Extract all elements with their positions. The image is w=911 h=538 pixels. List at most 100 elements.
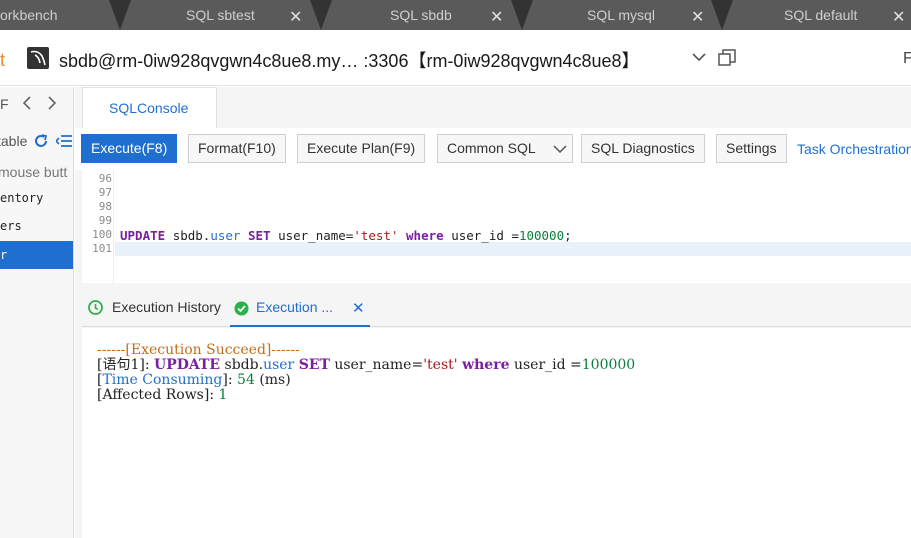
- rows-line: [Affected Rows]: 1: [97, 388, 227, 403]
- sql-diagnostics-button[interactable]: SQL Diagnostics: [581, 134, 705, 163]
- task-orchestration-link[interactable]: Task Orchestration: [797, 141, 911, 157]
- close-icon[interactable]: ✕: [289, 7, 302, 27]
- line-number: 98: [98, 200, 112, 213]
- history-icon: [88, 300, 103, 315]
- tab-execution[interactable]: Execution ... ✕: [230, 287, 370, 327]
- sql-keyword: UPDATE: [154, 357, 221, 373]
- chevron-right-icon[interactable]: [45, 95, 59, 116]
- connection-prefix: t: [0, 50, 6, 70]
- success-check-icon: [234, 301, 249, 316]
- bracket: ]:: [222, 372, 233, 388]
- tab-sql-sbtest[interactable]: SQL sbtest ✕: [131, 0, 311, 30]
- line-number: 99: [98, 214, 112, 227]
- format-button[interactable]: Format(F10): [188, 134, 286, 163]
- statement-prefix: [语句1]:: [97, 357, 150, 373]
- sql-toolbar: Execute(F8) Format(F10) Execute Plan(F9)…: [75, 128, 911, 170]
- code-line: UPDATE sbdb.user SET user_name='test' wh…: [120, 228, 572, 243]
- time-value: 54: [237, 372, 255, 388]
- sql-keyword: where: [462, 357, 510, 373]
- tab-bar: orkbench SQL sbtest ✕ SQL sbdb ✕ SQL mys…: [0, 0, 911, 30]
- refresh-icon[interactable]: [33, 133, 49, 154]
- tab-label: Execution History: [112, 299, 221, 315]
- tab-label: Execution ...: [256, 299, 334, 315]
- table-item[interactable]: ers: [0, 212, 73, 240]
- sql-editor[interactable]: 96 97 98 99 100 101 UPDATE sbdb.user SET…: [82, 170, 911, 283]
- sql-condition: user_id =: [513, 357, 582, 373]
- close-icon[interactable]: ✕: [490, 7, 503, 27]
- tab-workbench[interactable]: orkbench: [0, 0, 120, 30]
- main-panel: SQLConsole Execute(F8) Format(F10) Execu…: [75, 87, 911, 538]
- connection-title[interactable]: sbdb@rm-0iw928qvgwn4c8ue8.my… :3306【rm-0…: [59, 47, 640, 73]
- sidebar-nav-label: F: [0, 96, 9, 112]
- bracket: ]:: [203, 387, 215, 403]
- sql-terminator: ;: [564, 228, 572, 243]
- connection-bar: t sbdb@rm-0iw928qvgwn4c8ue8.my… :3306【rm…: [0, 30, 911, 86]
- table-label: table: [0, 133, 28, 149]
- sql-keyword: SET: [247, 228, 271, 243]
- tab-label: SQL mysql: [587, 7, 655, 23]
- tab-sql-sbdb[interactable]: SQL sbdb ✕: [332, 0, 512, 30]
- rows-label: Affected Rows: [102, 387, 204, 403]
- line-number: 96: [98, 172, 112, 185]
- sql-table: user: [210, 228, 241, 243]
- sql-condition: user_id =: [451, 228, 519, 243]
- close-icon[interactable]: ✕: [892, 7, 905, 27]
- chevron-left-icon[interactable]: [20, 95, 34, 116]
- sql-keyword: where: [406, 228, 444, 243]
- tab-separator: [109, 0, 131, 30]
- tab-separator: [511, 0, 533, 30]
- result-output: ------[Execution Succeed]------ [语句1]: U…: [82, 328, 911, 538]
- statement-line: [语句1]: UPDATE sbdb.user SET user_name='t…: [97, 358, 635, 373]
- table-item-label: ers: [0, 219, 22, 233]
- tab-sql-default[interactable]: SQL default ✕: [733, 0, 911, 30]
- tab-label: SQL sbdb: [390, 7, 452, 23]
- table-item-label: entory: [0, 191, 44, 205]
- close-icon[interactable]: ✕: [352, 299, 365, 317]
- execute-plan-button[interactable]: Execute Plan(F9): [297, 134, 426, 163]
- chevron-down-icon: [553, 145, 567, 154]
- succeed-line: ------[Execution Succeed]------: [97, 342, 300, 358]
- table-item-label: r: [0, 248, 8, 262]
- line-number: 100: [92, 228, 112, 241]
- result-tabs: Execution History Execution ... ✕: [82, 287, 911, 327]
- app-window: orkbench SQL sbtest ✕ SQL sbdb ✕ SQL mys…: [0, 0, 911, 538]
- sql-schema: sbdb.: [224, 357, 264, 373]
- close-icon[interactable]: ✕: [691, 7, 704, 27]
- tab-sql-mysql[interactable]: SQL mysql ✕: [533, 0, 713, 30]
- collapse-list-icon[interactable]: [54, 134, 72, 153]
- new-window-icon[interactable]: [717, 48, 737, 73]
- line-number: 97: [98, 186, 112, 199]
- sql-schema: sbdb.: [172, 228, 211, 243]
- time-label: Time Consuming: [102, 372, 223, 388]
- toolbar-fragment: F: [903, 50, 911, 67]
- tab-execution-history[interactable]: Execution History: [82, 287, 228, 327]
- sql-string: 'test': [353, 228, 399, 243]
- table-item-selected[interactable]: r: [0, 241, 73, 269]
- tab-sqlconsole[interactable]: SQLConsole: [82, 87, 217, 128]
- sql-keyword: UPDATE: [120, 228, 166, 243]
- sql-table: user: [263, 357, 295, 373]
- chevron-down-icon[interactable]: [691, 50, 707, 69]
- execute-button[interactable]: Execute(F8): [81, 134, 178, 163]
- settings-button[interactable]: Settings: [716, 134, 787, 163]
- active-line-highlight: [115, 242, 911, 256]
- tab-label: SQL default: [784, 7, 858, 23]
- common-sql-dropdown[interactable]: Common SQL: [437, 134, 573, 163]
- sql-number: 100000: [518, 228, 565, 243]
- tab-label: orkbench: [0, 7, 58, 23]
- table-item[interactable]: entory: [0, 184, 73, 212]
- time-unit: (ms): [259, 372, 291, 388]
- sql-column: user_name=: [334, 357, 424, 373]
- tab-separator: [711, 0, 733, 30]
- mysql-logo-icon: [27, 47, 49, 69]
- sql-string: 'test': [423, 357, 458, 373]
- common-sql-label: Common SQL: [447, 140, 536, 156]
- sidebar-hint: mouse butt: [0, 164, 68, 180]
- tab-label: SQLConsole: [109, 100, 189, 116]
- sql-number: 100000: [581, 357, 636, 373]
- tab-label: SQL sbtest: [186, 7, 255, 23]
- line-number-gutter: 96 97 98 99 100 101: [82, 170, 114, 283]
- tab-separator: [310, 0, 332, 30]
- line-number: 101: [92, 242, 112, 255]
- object-sidebar: F table mouse butt entory ers r: [0, 87, 74, 538]
